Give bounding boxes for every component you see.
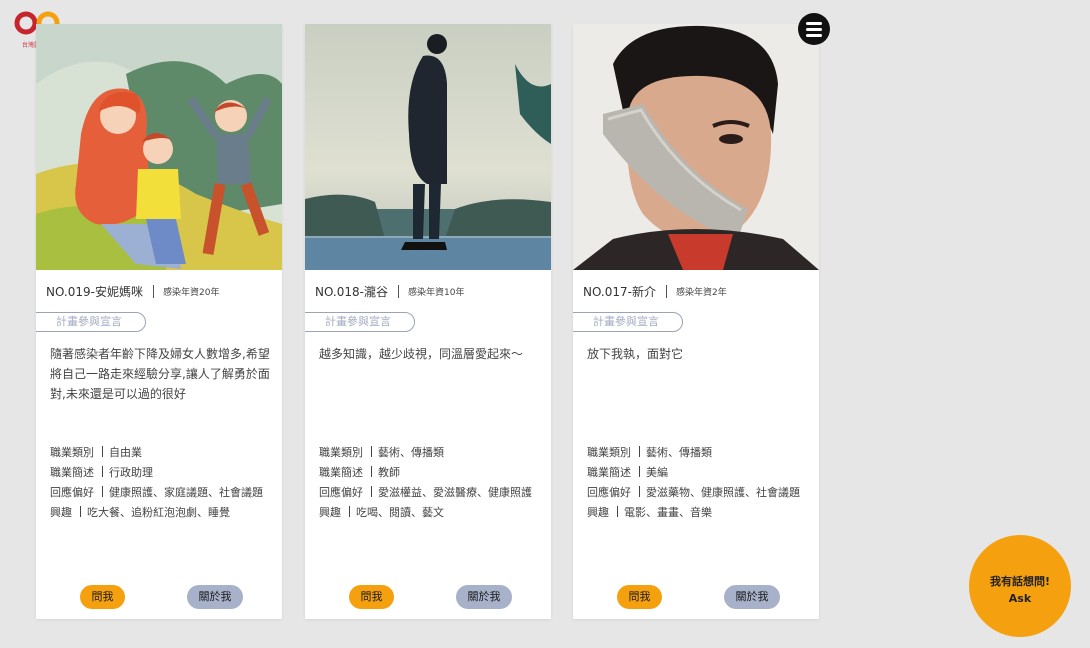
- profile-info: 職業類別 藝術、傳播類 職業簡述 美編 回應偏好 愛滋藥物、健康照護、社會議題 興趣電…: [587, 443, 813, 523]
- infection-years: 感染年資10年: [408, 287, 465, 298]
- ask-me-button[interactable]: 問我: [617, 585, 662, 609]
- profile-name: NO.019-安妮媽咪: [46, 284, 143, 299]
- info-row: 回應偏好 愛滋權益、愛滋醫療、健康照護: [319, 486, 532, 499]
- pledge-button[interactable]: 計畫參與宣言: [36, 312, 146, 332]
- pledge-button[interactable]: 計畫參與宣言: [305, 312, 415, 332]
- profile-header: NO.018-瀧谷 感染年資10年: [315, 283, 464, 299]
- profile-name: NO.017-新介: [583, 284, 656, 299]
- ask-me-button[interactable]: 問我: [349, 585, 394, 609]
- divider: [153, 284, 154, 298]
- profile-card: NO.019-安妮媽咪 感染年資20年 計畫參與宣言 隨著感染者年齡下降及婦女人…: [36, 24, 282, 619]
- ask-fab-subtitle: Ask: [1008, 592, 1032, 605]
- pledge-button[interactable]: 計畫參與宣言: [573, 312, 683, 332]
- ask-question-fab[interactable]: 我有話想問! Ask: [969, 535, 1071, 637]
- profile-header: NO.017-新介 感染年資2年: [583, 283, 727, 299]
- info-row: 回應偏好 健康照護、家庭議題、社會議題: [50, 486, 263, 499]
- info-row: 興趣 電影、畫畫、音樂: [587, 506, 712, 519]
- info-row: 興趣 吃喝、閱讀、藝文: [319, 506, 444, 519]
- ask-fab-title: 我有話想問!: [989, 575, 1051, 588]
- profile-quote: 越多知識，越少歧視，同溫層愛起來～: [319, 347, 524, 361]
- profile-card: NO.017-新介 感染年資2年 計畫參與宣言 放下我執，面對它 職業類別 藝術、…: [573, 24, 819, 619]
- divider: [666, 284, 667, 298]
- about-me-button[interactable]: 關於我: [456, 585, 512, 609]
- about-me-button[interactable]: 關於我: [187, 585, 243, 609]
- infection-years: 感染年資2年: [676, 287, 727, 298]
- hamburger-menu-icon: [806, 22, 822, 25]
- profile-info: 職業類別 藝術、傳播類 職業簡述 教師 回應偏好 愛滋權益、愛滋醫療、健康照護 興趣吃…: [319, 443, 545, 523]
- profile-image[interactable]: [36, 24, 282, 270]
- ask-me-button[interactable]: 問我: [80, 585, 125, 609]
- divider: [398, 284, 399, 298]
- about-me-button[interactable]: 關於我: [724, 585, 780, 609]
- info-row: 職業簡述 行政助理: [50, 466, 153, 479]
- profile-name: NO.018-瀧谷: [315, 284, 388, 299]
- hamburger-menu-button[interactable]: [798, 13, 830, 45]
- info-row: 職業簡述 教師: [319, 466, 400, 479]
- profile-image[interactable]: [573, 24, 819, 270]
- profile-quote: 放下我執，面對它: [587, 347, 684, 361]
- profile-card: NO.018-瀧谷 感染年資10年 計畫參與宣言 越多知識，越少歧視，同溫層愛起…: [305, 24, 551, 619]
- profile-header: NO.019-安妮媽咪 感染年資20年: [46, 283, 219, 299]
- infection-years: 感染年資20年: [163, 287, 220, 298]
- profile-info: 職業類別 自由業 職業簡述 行政助理 回應偏好 健康照護、家庭議題、社會議題 興趣 吃大…: [50, 443, 276, 523]
- info-row: 職業類別 藝術、傳播類: [587, 446, 712, 459]
- profile-image[interactable]: [305, 24, 551, 270]
- profile-quote: 隨著感染者年齡下降及婦女人數增多,希望將自己一路走來經驗分享,讓人了解勇於面對,…: [50, 347, 270, 401]
- info-row: 興趣 吃大餐、追粉紅泡泡劇、睡覺: [50, 506, 230, 519]
- info-row: 職業類別 藝術、傳播類: [319, 446, 444, 459]
- info-row: 回應偏好 愛滋藥物、健康照護、社會議題: [587, 486, 800, 499]
- info-row: 職業簡述 美編: [587, 466, 668, 479]
- info-row: 職業類別 自由業: [50, 446, 142, 459]
